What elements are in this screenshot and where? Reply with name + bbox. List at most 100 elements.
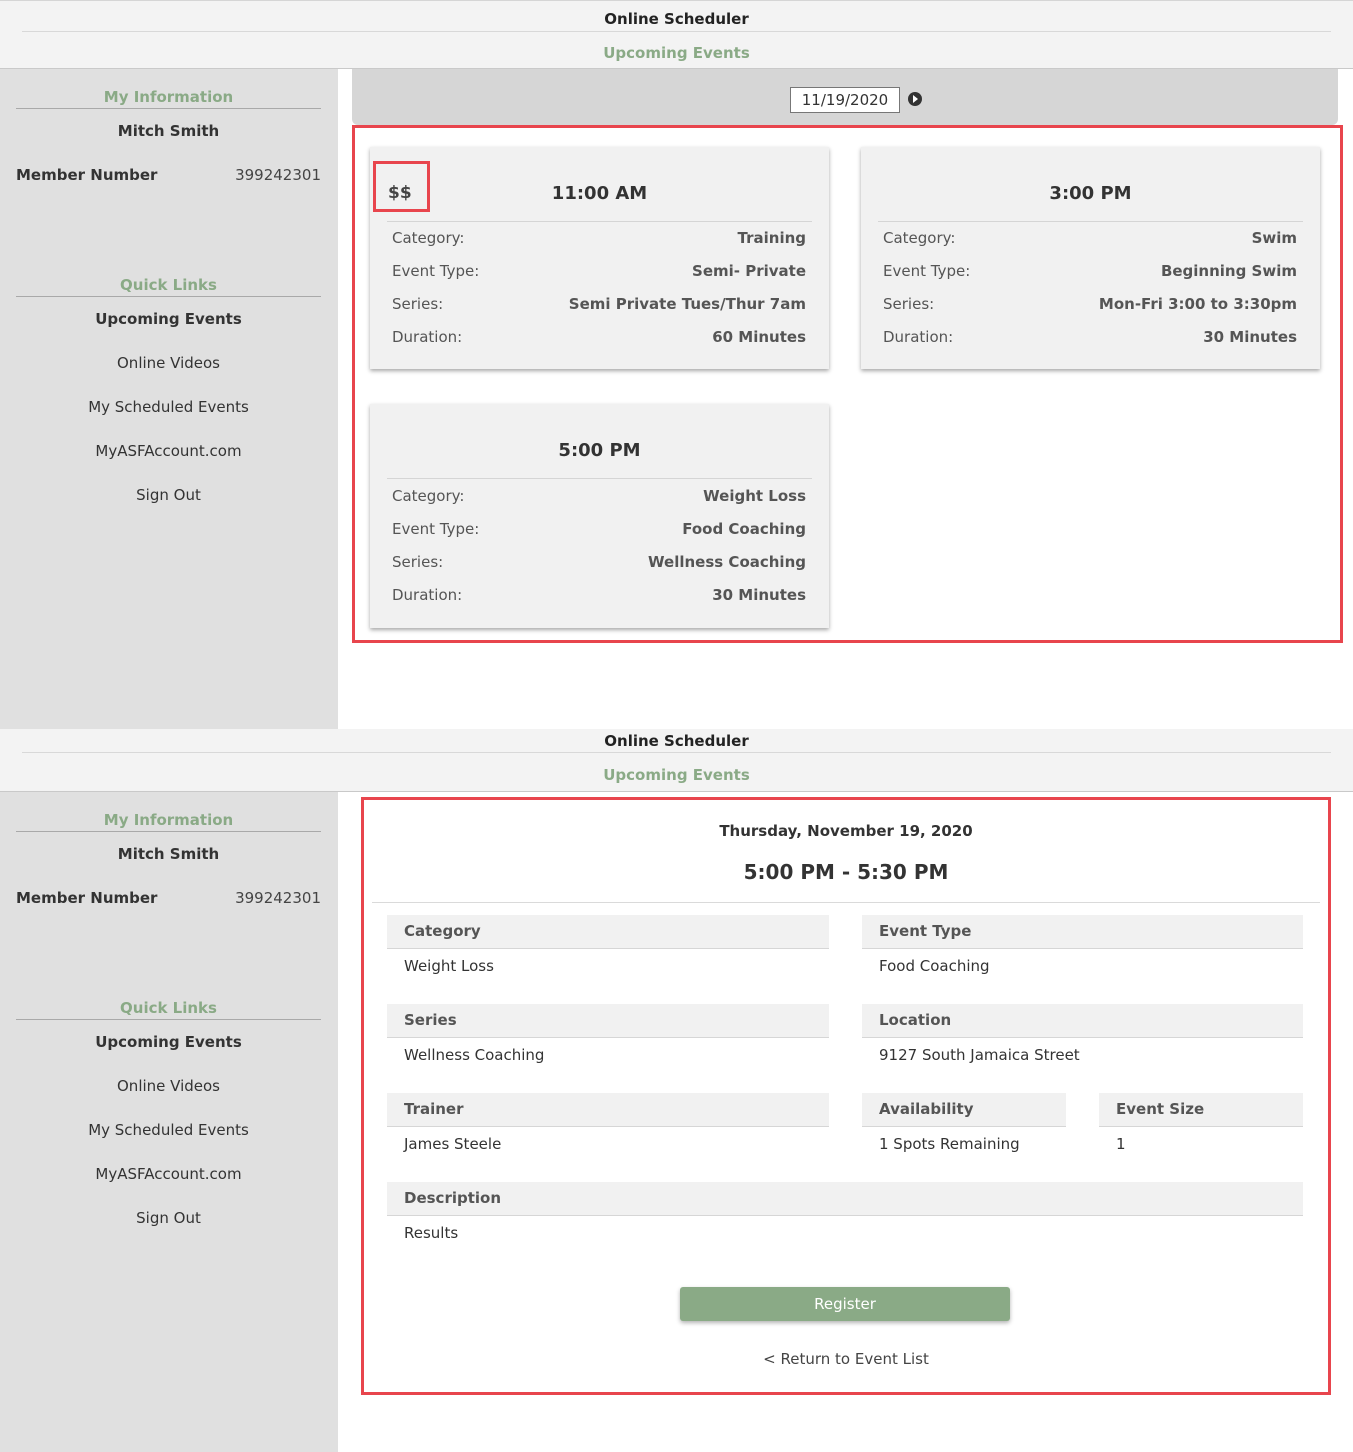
card-value: 30 Minutes bbox=[712, 586, 806, 604]
page-title: Upcoming Events bbox=[603, 44, 750, 62]
card-label: Category: bbox=[392, 229, 465, 247]
card-label: Event Type: bbox=[883, 262, 971, 280]
card-value: Wellness Coaching bbox=[648, 553, 806, 571]
field-value: Weight Loss bbox=[404, 957, 494, 975]
card-row-series: Series: Mon-Fri 3:00 to 3:30pm bbox=[883, 295, 1297, 315]
member-name: Mitch Smith bbox=[117, 845, 220, 863]
event-time-range: 5:00 PM - 5:30 PM bbox=[743, 860, 949, 884]
card-row-duration: Duration: 30 Minutes bbox=[883, 328, 1297, 348]
member-number-value: 399242301 bbox=[235, 166, 321, 184]
card-label: Duration: bbox=[392, 586, 463, 604]
card-value: Mon-Fri 3:00 to 3:30pm bbox=[1098, 295, 1297, 313]
date-bar bbox=[352, 69, 1338, 125]
card-row-event-type: Event Type: Beginning Swim bbox=[883, 262, 1297, 282]
field-label: Series bbox=[387, 1004, 829, 1038]
card-divider bbox=[387, 478, 812, 479]
event-card-time: 5:00 PM bbox=[558, 440, 641, 461]
sidebar-link-upcoming-events[interactable]: Upcoming Events bbox=[16, 310, 321, 328]
event-list-main: 11:00 AM $$ Category: Training Event Typ… bbox=[352, 69, 1343, 729]
sidebar-link-my-scheduled-events[interactable]: My Scheduled Events bbox=[16, 398, 321, 416]
card-label: Event Type: bbox=[392, 520, 480, 538]
card-divider bbox=[387, 221, 812, 222]
quick-links-heading: Quick Links bbox=[16, 276, 321, 297]
card-label: Duration: bbox=[392, 328, 463, 346]
field-event-type: Event Type Food Coaching bbox=[862, 915, 1303, 983]
event-detail-panel: Thursday, November 19, 2020 5:00 PM - 5:… bbox=[361, 797, 1331, 1395]
my-information-heading: My Information bbox=[16, 88, 321, 109]
field-category: Category Weight Loss bbox=[387, 915, 829, 983]
card-value: 30 Minutes bbox=[1203, 328, 1297, 346]
page-title: Upcoming Events bbox=[603, 766, 750, 784]
sidebar-link-upcoming-events[interactable]: Upcoming Events bbox=[16, 1033, 321, 1051]
field-value: Wellness Coaching bbox=[404, 1046, 545, 1064]
card-label: Event Type: bbox=[392, 262, 480, 280]
card-label: Series: bbox=[392, 553, 444, 571]
event-detail-screen: Online Scheduler Upcoming Events My Info… bbox=[0, 729, 1353, 1452]
card-value: 60 Minutes bbox=[712, 328, 806, 346]
field-label: Event Size bbox=[1099, 1093, 1303, 1127]
field-description: Description Results bbox=[387, 1182, 1303, 1250]
event-card[interactable]: 11:00 AM $$ Category: Training Event Typ… bbox=[370, 147, 829, 369]
field-value: 1 bbox=[1116, 1135, 1126, 1153]
card-label: Category: bbox=[883, 229, 956, 247]
header-divider bbox=[22, 752, 1331, 753]
field-label: Trainer bbox=[387, 1093, 829, 1127]
member-name: Mitch Smith bbox=[117, 122, 220, 140]
event-date: Thursday, November 19, 2020 bbox=[719, 822, 973, 840]
date-input[interactable] bbox=[790, 87, 900, 113]
card-label: Category: bbox=[392, 487, 465, 505]
card-row-series: Series: Wellness Coaching bbox=[392, 553, 806, 573]
card-value: Training bbox=[737, 229, 806, 247]
field-label: Event Type bbox=[862, 915, 1303, 949]
card-label: Series: bbox=[883, 295, 935, 313]
header-divider bbox=[22, 31, 1331, 32]
card-row-event-type: Event Type: Food Coaching bbox=[392, 520, 806, 540]
card-value: Beginning Swim bbox=[1160, 262, 1297, 280]
member-number-value: 399242301 bbox=[235, 889, 321, 907]
card-divider bbox=[878, 221, 1303, 222]
app-title: Online Scheduler bbox=[604, 10, 749, 28]
register-button[interactable]: Register bbox=[680, 1287, 1010, 1321]
field-label: Category bbox=[387, 915, 829, 949]
sidebar-link-sign-out[interactable]: Sign Out bbox=[16, 486, 321, 504]
sidebar-link-online-videos[interactable]: Online Videos bbox=[16, 1077, 321, 1095]
card-value: Swim bbox=[1251, 229, 1297, 247]
field-value: 1 Spots Remaining bbox=[879, 1135, 1020, 1153]
event-card[interactable]: 3:00 PM Category: Swim Event Type: Begin… bbox=[861, 147, 1320, 369]
member-number-label: Member Number bbox=[16, 166, 158, 184]
quick-links-heading: Quick Links bbox=[16, 999, 321, 1020]
sidebar-link-online-videos[interactable]: Online Videos bbox=[16, 354, 321, 372]
sidebar-link-sign-out[interactable]: Sign Out bbox=[16, 1209, 321, 1227]
my-information-heading: My Information bbox=[16, 811, 321, 832]
next-date-icon[interactable] bbox=[908, 92, 922, 106]
field-label: Location bbox=[862, 1004, 1303, 1038]
card-row-series: Series: Semi Private Tues/Thur 7am bbox=[392, 295, 806, 315]
field-value: James Steele bbox=[404, 1135, 502, 1153]
card-row-category: Category: Swim bbox=[883, 229, 1297, 249]
card-label: Duration: bbox=[883, 328, 954, 346]
sidebar: My Information Mitch Smith Member Number… bbox=[0, 69, 338, 729]
field-trainer: Trainer James Steele bbox=[387, 1093, 829, 1161]
member-number-label: Member Number bbox=[16, 889, 158, 907]
event-card[interactable]: 5:00 PM Category: Weight Loss Event Type… bbox=[370, 404, 829, 628]
app-title: Online Scheduler bbox=[604, 732, 749, 750]
card-value: Semi Private Tues/Thur 7am bbox=[568, 295, 806, 313]
sidebar-link-myasfaccount[interactable]: MyASFAccount.com bbox=[16, 1165, 321, 1183]
card-row-category: Category: Weight Loss bbox=[392, 487, 806, 507]
card-label: Series: bbox=[392, 295, 444, 313]
event-card-time: 11:00 AM bbox=[551, 183, 648, 204]
sidebar-link-my-scheduled-events[interactable]: My Scheduled Events bbox=[16, 1121, 321, 1139]
field-label: Description bbox=[387, 1182, 1303, 1216]
field-label: Availability bbox=[862, 1093, 1066, 1127]
sidebar-link-myasfaccount[interactable]: MyASFAccount.com bbox=[16, 442, 321, 460]
price-highlight bbox=[373, 161, 430, 212]
detail-divider bbox=[372, 902, 1320, 903]
field-value: Food Coaching bbox=[879, 957, 990, 975]
app-header: Online Scheduler Upcoming Events bbox=[0, 0, 1353, 69]
field-value: Results bbox=[404, 1224, 459, 1242]
card-value: Food Coaching bbox=[682, 520, 806, 538]
card-row-duration: Duration: 30 Minutes bbox=[392, 586, 806, 606]
field-value: 9127 South Jamaica Street bbox=[879, 1046, 1080, 1064]
field-series: Series Wellness Coaching bbox=[387, 1004, 829, 1072]
return-to-event-list-link[interactable]: < Return to Event List bbox=[362, 1350, 1330, 1368]
